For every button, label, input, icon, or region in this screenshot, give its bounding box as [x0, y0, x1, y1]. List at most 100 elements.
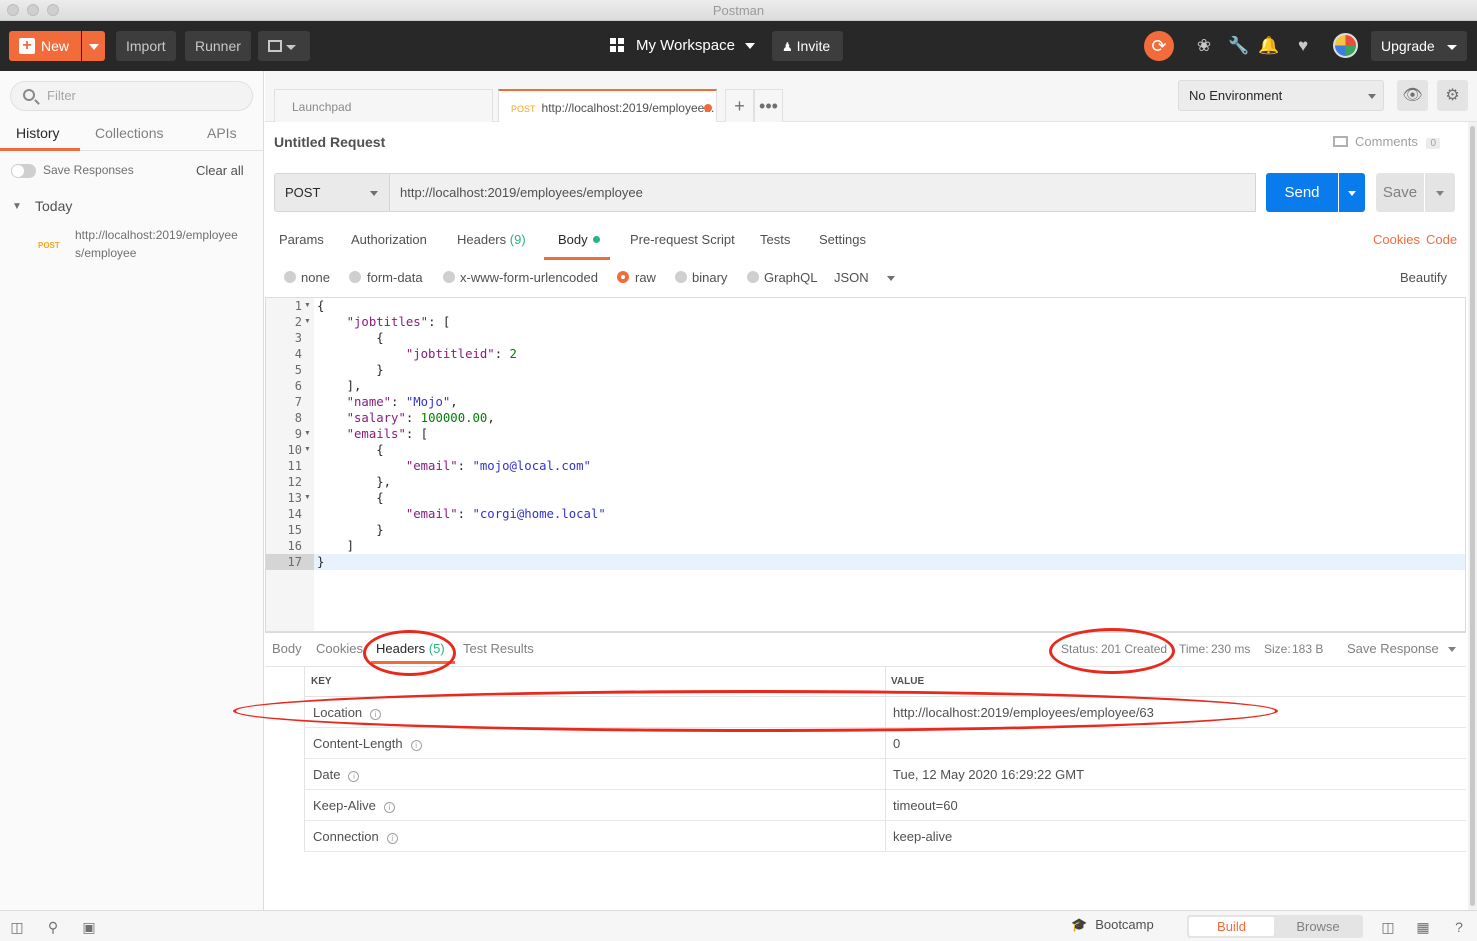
import-button[interactable]: Import: [116, 31, 176, 61]
environment-selector[interactable]: No Environment: [1178, 80, 1384, 111]
avatar[interactable]: [1333, 33, 1358, 58]
tab-authorization[interactable]: Authorization: [351, 232, 427, 247]
table-row[interactable]: Content-Length i 0: [304, 728, 1466, 759]
add-tab-button[interactable]: +: [725, 89, 754, 122]
code-line[interactable]: {: [317, 490, 383, 506]
build-mode-button[interactable]: Build: [1189, 917, 1274, 936]
fold-toggle-icon[interactable]: ▼: [304, 442, 311, 458]
table-row[interactable]: Date i Tue, 12 May 2020 16:29:22 GMT: [304, 759, 1466, 790]
bootcamp-button[interactable]: 🎓 Bootcamp: [1071, 917, 1154, 933]
save-button[interactable]: Save: [1376, 173, 1424, 212]
interceptor-icon[interactable]: ❀: [1193, 35, 1215, 57]
tab-headers[interactable]: Headers (9): [457, 232, 526, 247]
wrench-icon[interactable]: 🔧: [1228, 35, 1250, 57]
runner-button[interactable]: Runner: [185, 31, 251, 61]
code-link[interactable]: Code: [1426, 232, 1457, 247]
workspace-selector[interactable]: My Workspace: [610, 31, 756, 61]
code-line[interactable]: "salary": 100000.00,: [317, 410, 495, 426]
tab-launchpad[interactable]: Launchpad: [274, 89, 493, 122]
radio-binary[interactable]: [675, 271, 687, 283]
header-value[interactable]: 0: [893, 736, 900, 751]
new-dropdown-button[interactable]: [82, 31, 105, 61]
info-icon[interactable]: i: [410, 740, 422, 751]
manage-environments-button[interactable]: ⚙: [1437, 80, 1468, 111]
save-response-button[interactable]: Save Response: [1347, 641, 1456, 656]
zoom-window-button[interactable]: [47, 4, 59, 16]
history-item[interactable]: POST http://localhost:2019/employee s/em…: [0, 225, 263, 265]
tab-active-request[interactable]: POST http://localhost:2019/employee...: [498, 89, 717, 122]
code-line[interactable]: {: [317, 298, 324, 314]
minimize-window-button[interactable]: [27, 4, 39, 16]
two-pane-view-icon[interactable]: ◫: [1379, 918, 1397, 936]
info-icon[interactable]: i: [348, 771, 360, 782]
bell-icon[interactable]: 🔔: [1258, 35, 1280, 57]
code-line[interactable]: ]: [317, 538, 354, 554]
heart-icon[interactable]: ♥: [1292, 35, 1314, 57]
history-group-today[interactable]: Today: [35, 198, 72, 214]
send-dropdown-button[interactable]: [1339, 173, 1365, 212]
fold-toggle-icon[interactable]: ▼: [304, 298, 311, 314]
close-window-button[interactable]: [7, 4, 19, 16]
send-button[interactable]: Send: [1266, 173, 1338, 212]
info-icon[interactable]: i: [383, 802, 395, 813]
url-input[interactable]: http://localhost:2019/employees/employee: [389, 173, 1256, 212]
header-value[interactable]: Tue, 12 May 2020 16:29:22 GMT: [893, 767, 1084, 782]
help-icon[interactable]: ?: [1450, 918, 1468, 936]
tab-settings[interactable]: Settings: [819, 232, 866, 247]
filter-input[interactable]: Filter: [10, 81, 253, 111]
keyboard-shortcuts-icon[interactable]: ▦: [1414, 918, 1432, 936]
size-value[interactable]: 183 B: [1292, 642, 1323, 656]
fold-toggle-icon[interactable]: ▼: [304, 490, 311, 506]
fold-toggle-icon[interactable]: ▼: [304, 426, 311, 442]
tab-params[interactable]: Params: [279, 232, 324, 247]
info-icon[interactable]: i: [386, 833, 398, 844]
invite-button[interactable]: ♟ Invite: [772, 31, 843, 61]
radio-raw[interactable]: [617, 271, 629, 283]
radio-x-www-form-urlencoded[interactable]: [443, 271, 455, 283]
tab-tests[interactable]: Tests: [760, 232, 790, 247]
code-line[interactable]: "jobtitleid": 2: [317, 346, 517, 362]
upgrade-button[interactable]: Upgrade: [1371, 31, 1467, 61]
console-icon[interactable]: ▣: [80, 918, 98, 936]
cookies-link[interactable]: Cookies: [1373, 232, 1420, 247]
sync-icon[interactable]: ⟳: [1144, 31, 1174, 61]
toggle-sidebar-icon[interactable]: ◫: [8, 918, 26, 936]
tab-history[interactable]: History: [16, 125, 60, 141]
beautify-link[interactable]: Beautify: [1400, 270, 1447, 285]
table-row[interactable]: Connection i keep-alive: [304, 821, 1466, 852]
code-line[interactable]: }: [317, 362, 383, 378]
header-value[interactable]: timeout=60: [893, 798, 958, 813]
radio-form-data[interactable]: [349, 271, 361, 283]
code-line[interactable]: "email": "mojo@local.com": [317, 458, 591, 474]
radio-none[interactable]: [284, 271, 296, 283]
code-line[interactable]: {: [317, 330, 383, 346]
header-value[interactable]: keep-alive: [893, 829, 952, 844]
comments-button[interactable]: Comments 0: [1333, 134, 1441, 149]
code-line[interactable]: ],: [317, 378, 362, 394]
tab-prerequest-script[interactable]: Pre-request Script: [630, 232, 735, 247]
radio-graphql[interactable]: [747, 271, 759, 283]
request-title[interactable]: Untitled Request: [274, 134, 385, 150]
response-tab-test-results[interactable]: Test Results: [463, 641, 534, 656]
code-editor[interactable]: 1 ▼{2 ▼ "jobtitles": [3 {4 "jobtitleid": 2…: [265, 297, 1466, 632]
code-line[interactable]: },: [317, 474, 391, 490]
code-line[interactable]: }: [317, 554, 324, 570]
browse-mode-button[interactable]: Browse: [1275, 917, 1361, 936]
more-tabs-button[interactable]: •••: [754, 89, 783, 122]
save-responses-toggle[interactable]: [11, 164, 36, 178]
code-line[interactable]: "emails": [: [317, 426, 428, 442]
scrollbar-thumb[interactable]: [1470, 126, 1475, 906]
code-line[interactable]: {: [317, 442, 383, 458]
code-line[interactable]: "name": "Mojo",: [317, 394, 458, 410]
response-tab-body[interactable]: Body: [272, 641, 302, 656]
code-line[interactable]: }: [317, 522, 383, 538]
code-line[interactable]: "email": "corgi@home.local": [317, 506, 606, 522]
new-button[interactable]: + New: [9, 31, 81, 61]
time-value[interactable]: 230 ms: [1211, 642, 1250, 656]
response-tab-cookies[interactable]: Cookies: [316, 641, 363, 656]
method-selector[interactable]: POST: [274, 173, 390, 212]
body-format-selector[interactable]: JSON: [834, 270, 895, 285]
save-dropdown-button[interactable]: [1425, 173, 1455, 212]
tab-apis[interactable]: APIs: [207, 125, 237, 141]
tab-collections[interactable]: Collections: [95, 125, 163, 141]
